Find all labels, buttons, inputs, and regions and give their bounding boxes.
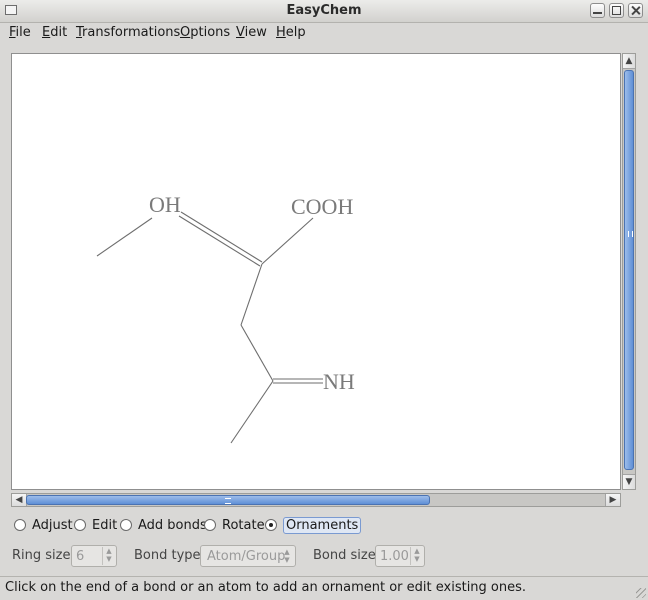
mode-add-bonds-label: Add bonds bbox=[138, 517, 207, 533]
close-button[interactable] bbox=[628, 3, 643, 18]
radio-edit[interactable] bbox=[74, 519, 86, 531]
bond-size-label: Bond size: bbox=[313, 548, 381, 563]
close-icon bbox=[631, 6, 640, 15]
minimize-button[interactable] bbox=[590, 3, 605, 18]
bond-type-value: Atom/Group bbox=[207, 549, 286, 564]
spinner-arrows-icon[interactable]: ▲ ▼ bbox=[410, 547, 423, 565]
maximize-button[interactable] bbox=[609, 3, 624, 18]
molecule-drawing: OH COOH NH bbox=[96, 192, 355, 444]
menu-transformations-label: ransformations bbox=[82, 25, 181, 40]
menu-help-mnemonic: H bbox=[276, 25, 286, 40]
atom-label-nh[interactable]: NH bbox=[323, 369, 355, 394]
mode-adjust-label: Adjust bbox=[32, 517, 73, 533]
atom-label-oh[interactable]: OH bbox=[149, 192, 181, 217]
menu-edit[interactable]: Edit bbox=[42, 25, 67, 40]
radio-rotate[interactable] bbox=[204, 519, 216, 531]
mode-adjust[interactable]: Adjust bbox=[14, 516, 73, 534]
horizontal-grip-icon bbox=[225, 498, 231, 504]
bond-size-value: 1.00 bbox=[380, 549, 409, 564]
status-separator bbox=[0, 576, 648, 577]
mode-add-bonds[interactable]: Add bonds bbox=[120, 516, 207, 534]
ring-size-label: Ring size: bbox=[12, 548, 75, 563]
bond-c-oh-double-a[interactable] bbox=[180, 211, 263, 263]
status-bar: Click on the end of a bond or an atom to… bbox=[5, 580, 527, 595]
vertical-scrollbar[interactable]: ▲ ▼ bbox=[622, 53, 636, 490]
scroll-left-arrow-icon[interactable]: ◀ bbox=[12, 494, 27, 506]
select-arrows-icon: ▲ ▼ bbox=[284, 548, 290, 564]
spinner-arrows-icon[interactable]: ▲ ▼ bbox=[102, 547, 115, 565]
menu-view-mnemonic: V bbox=[236, 25, 245, 40]
parameters-row: Ring size: 6 ▲ ▼ Bond type: Atom/Group ▲ ▼… bbox=[12, 545, 632, 567]
bond-ch2-c[interactable] bbox=[240, 324, 274, 382]
scroll-down-arrow-icon[interactable]: ▼ bbox=[623, 474, 635, 489]
bond-c-ch2[interactable] bbox=[240, 263, 263, 326]
scroll-up-arrow-icon[interactable]: ▲ bbox=[623, 54, 635, 69]
menu-help[interactable]: Help bbox=[276, 25, 306, 40]
mode-ornaments-label: Ornaments bbox=[283, 516, 362, 534]
radio-ornaments[interactable] bbox=[265, 519, 277, 531]
ring-size-spinner[interactable]: 6 ▲ ▼ bbox=[71, 545, 117, 567]
bond-type-select[interactable]: Atom/Group ▲ ▼ bbox=[200, 545, 296, 567]
menu-options-label: ptions bbox=[190, 25, 231, 40]
horizontal-scroll-thumb[interactable] bbox=[26, 495, 430, 505]
menu-view[interactable]: View bbox=[236, 25, 267, 40]
menu-file[interactable]: File bbox=[9, 25, 31, 40]
mode-ornaments[interactable]: Ornaments bbox=[265, 516, 362, 534]
menu-view-label: iew bbox=[244, 25, 267, 40]
ring-size-value: 6 bbox=[76, 549, 85, 564]
vertical-scroll-thumb[interactable] bbox=[624, 70, 634, 470]
resize-grip-icon[interactable] bbox=[636, 588, 646, 598]
mode-rotate[interactable]: Rotate bbox=[204, 516, 265, 534]
radio-add-bonds[interactable] bbox=[120, 519, 132, 531]
bond-size-spinner[interactable]: 1.00 ▲ ▼ bbox=[375, 545, 425, 567]
menu-help-label: elp bbox=[285, 25, 306, 40]
bond-c-cooh[interactable] bbox=[261, 217, 314, 265]
bond-c-ch3[interactable] bbox=[230, 380, 274, 444]
menu-edit-label: dit bbox=[50, 25, 68, 40]
mode-rotate-label: Rotate bbox=[222, 517, 265, 533]
menu-edit-mnemonic: E bbox=[42, 25, 51, 40]
window-title: EasyChem bbox=[286, 3, 362, 18]
bond-c-oh-double-b[interactable] bbox=[178, 215, 261, 267]
menu-file-label: ile bbox=[15, 25, 31, 40]
radio-adjust[interactable] bbox=[14, 519, 26, 531]
vertical-grip-icon bbox=[628, 231, 633, 237]
menu-transformations[interactable]: Transformations bbox=[76, 25, 180, 40]
bond-ch3-o[interactable] bbox=[96, 217, 153, 257]
mode-edit-label: Edit bbox=[92, 517, 118, 533]
scroll-right-arrow-icon[interactable]: ▶ bbox=[605, 494, 620, 506]
menu-bar: File Edit Transformations Options View H… bbox=[0, 22, 648, 44]
minimize-icon bbox=[593, 12, 602, 14]
horizontal-scrollbar[interactable]: ◀ ▶ bbox=[11, 493, 621, 507]
menu-options-mnemonic: O bbox=[180, 25, 191, 40]
bond-type-label: Bond type: bbox=[134, 548, 205, 563]
title-bar: EasyChem bbox=[0, 0, 648, 23]
menu-options[interactable]: Options bbox=[180, 25, 230, 40]
drawing-canvas[interactable]: OH COOH NH bbox=[11, 53, 621, 490]
maximize-icon bbox=[612, 6, 621, 15]
mode-edit[interactable]: Edit bbox=[74, 516, 117, 534]
atom-label-cooh[interactable]: COOH bbox=[291, 194, 353, 219]
